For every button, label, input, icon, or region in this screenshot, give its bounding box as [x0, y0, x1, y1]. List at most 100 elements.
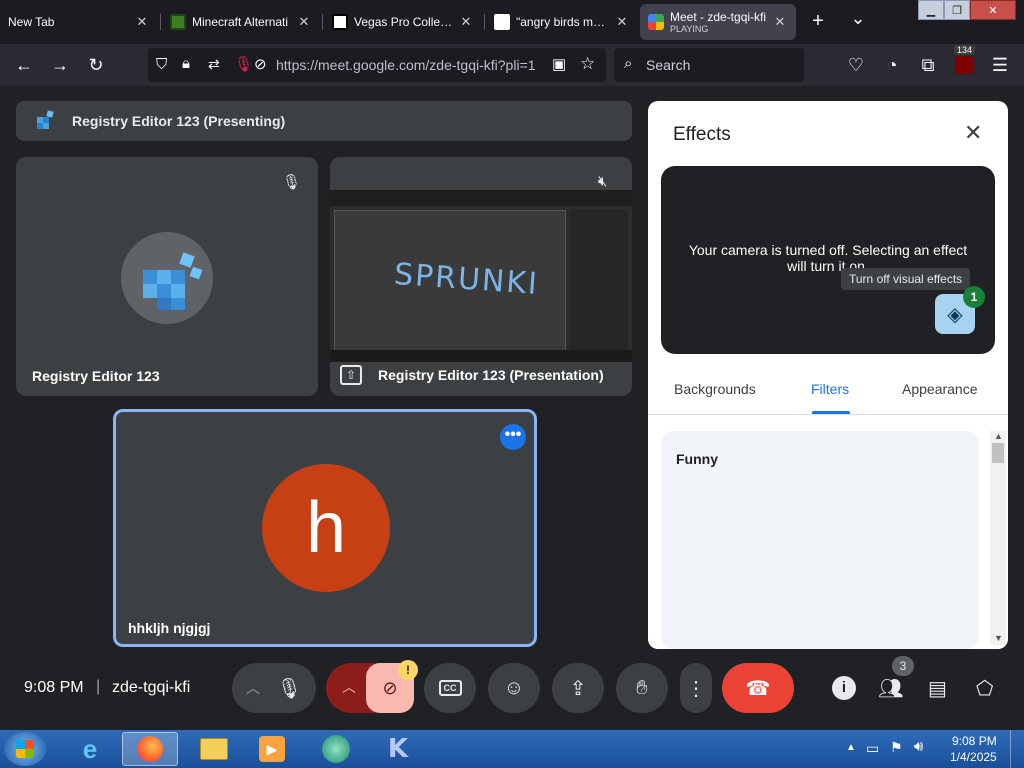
tab-angry-birds[interactable]: "angry birds maker ✕ — [486, 4, 638, 40]
effects-panel: Effects ✕ Your camera is turned off. Sel… — [648, 101, 1008, 649]
reactions-button[interactable]: ☺ — [488, 663, 540, 713]
more-options-icon[interactable]: ••• — [500, 424, 526, 450]
bookmark-star-icon[interactable]: ☆ — [580, 54, 595, 74]
audio-muted-icon: 🔇︎ — [598, 173, 608, 190]
network-icon[interactable]: ▭ — [866, 740, 879, 757]
presentation-tile[interactable]: SPRUNKI 🔇︎ ⇧ Registry Editor 123 (Presen… — [330, 157, 632, 396]
effect-count-badge: 1 — [963, 286, 985, 308]
lock-icon[interactable]: 🔒︎ — [182, 55, 190, 72]
flag-icon[interactable]: ⚑ — [890, 739, 903, 756]
people-icon[interactable]: 👥︎ — [878, 676, 903, 701]
internet-explorer-icon[interactable]: e — [62, 732, 118, 766]
effects-title: Effects — [673, 124, 731, 145]
info-icon[interactable]: i — [832, 676, 856, 700]
mic-muted-icon: 🎙︎ — [282, 174, 302, 191]
show-desktop-button[interactable] — [1010, 730, 1024, 768]
presenting-banner[interactable]: Registry Editor 123 (Presenting) — [16, 101, 632, 141]
close-icon[interactable]: ✕ — [458, 14, 474, 30]
start-button[interactable] — [4, 732, 46, 766]
reader-view-icon[interactable]: ▣ — [552, 55, 566, 73]
close-icon[interactable]: ✕ — [772, 14, 788, 30]
shared-screen: SPRUNKI — [330, 190, 632, 362]
meet-icon — [648, 14, 664, 30]
search-placeholder: Search — [646, 57, 691, 73]
tab-title: New Tab — [8, 15, 55, 29]
divider — [648, 414, 1008, 415]
menu-icon[interactable]: ☰ — [988, 53, 1012, 77]
back-button[interactable]: ← — [12, 53, 36, 77]
reload-button[interactable]: ↻ — [84, 53, 108, 77]
self-tile[interactable]: h ••• hhkljh njgjgj — [113, 409, 537, 647]
pocket-icon[interactable]: ♡ — [844, 53, 868, 77]
more-options-button[interactable]: ⋮ — [680, 663, 712, 713]
ublock-icon[interactable]: 134 — [952, 45, 976, 77]
tab-title: Minecraft Alternati — [192, 15, 289, 29]
firefox-icon[interactable] — [122, 732, 178, 766]
kdenlive-icon[interactable]: K — [370, 732, 426, 766]
tab-minecraft[interactable]: Minecraft Alternati ✕ — [162, 4, 320, 40]
tab-meet[interactable]: Meet - zde-tgqi-kfi PLAYING ✕ — [640, 4, 796, 40]
tab-new-tab[interactable]: New Tab ✕ — [0, 4, 158, 40]
close-icon[interactable]: ✕ — [134, 14, 150, 30]
search-box[interactable]: ⌕ Search — [614, 48, 804, 82]
emoji-icon: ☺ — [503, 676, 525, 699]
close-icon[interactable]: ✕ — [614, 14, 630, 30]
raise-hand-button[interactable]: ✋︎ — [616, 663, 668, 713]
show-hidden-icons[interactable]: ▲ — [846, 742, 856, 753]
app-icon[interactable] — [308, 732, 364, 766]
clock-time[interactable]: 9:08 PM — [952, 734, 997, 748]
maximize-button[interactable]: ❐ — [944, 0, 970, 20]
presentation-name: Registry Editor 123 (Presentation) — [378, 367, 604, 383]
clock-date[interactable]: 1/4/2025 — [950, 750, 997, 764]
registry-icon — [34, 109, 56, 131]
new-tab-button[interactable]: + — [806, 10, 830, 34]
captions-icon: CC — [438, 680, 462, 696]
address-bar[interactable]: ⛉ 🔒︎ ⇄ 🎙︎ ⊘ https://meet.google.com/zde-… — [148, 48, 606, 82]
captions-button[interactable]: CC — [424, 663, 476, 713]
camera-blocked-icon[interactable]: ⊘ — [254, 55, 267, 73]
account-icon[interactable]: ◔ — [880, 53, 904, 77]
leave-call-button[interactable]: ☎︎ — [722, 663, 794, 713]
tab-playing-label: PLAYING — [670, 24, 709, 34]
minimize-button[interactable]: ▁ — [918, 0, 944, 20]
permissions-icon[interactable]: ⇄ — [208, 56, 220, 73]
file-explorer-icon[interactable] — [186, 732, 242, 766]
forward-button[interactable]: → — [48, 53, 72, 77]
section-title: Funny — [676, 451, 718, 467]
columns-icon — [332, 14, 348, 30]
present-button[interactable]: ⇪ — [552, 663, 604, 713]
tab-list-button[interactable]: ⌄ — [846, 8, 870, 32]
microphone-icon[interactable]: 🎙︎ — [234, 55, 253, 73]
close-icon[interactable]: ✕ — [964, 120, 982, 146]
tab-title: Vegas Pro Collectio — [354, 15, 454, 29]
present-screen-icon: ⇪ — [569, 677, 587, 700]
more-vert-icon: ⋮ — [686, 677, 706, 700]
microphone-button[interactable]: 🎙︎ — [277, 676, 302, 701]
tab-backgrounds[interactable]: Backgrounds — [674, 381, 756, 397]
close-window-button[interactable]: ✕ — [970, 0, 1016, 20]
filters-section: Funny — [661, 431, 979, 649]
present-icon: ⇧ — [340, 365, 362, 385]
tab-appearance[interactable]: Appearance — [902, 381, 978, 397]
scrollbar[interactable]: ▲ ▼ — [990, 431, 1006, 645]
url-text[interactable]: https://meet.google.com/zde-tgqi-kfi?pli… — [276, 57, 548, 73]
separator: | — [96, 678, 101, 695]
meeting-code: zde-tgqi-kfi — [112, 679, 191, 696]
avatar — [121, 232, 213, 324]
shield-icon[interactable]: ⛉ — [156, 56, 167, 73]
registry-editor-icon — [143, 252, 203, 310]
extensions-icon[interactable]: ⧉ — [916, 53, 940, 77]
chevron-up-icon[interactable]: ︿ — [246, 678, 260, 698]
participant-tile[interactable]: 🎙︎ Registry Editor 123 — [16, 157, 318, 396]
media-player-icon[interactable]: ▶ — [244, 732, 300, 766]
close-icon[interactable]: ✕ — [296, 14, 312, 30]
tab-vegas-pro[interactable]: Vegas Pro Collectio ✕ — [324, 4, 482, 40]
hang-up-icon: ☎︎ — [745, 677, 771, 700]
chevron-up-icon[interactable]: ︿ — [342, 677, 356, 697]
volume-icon[interactable]: 🔊︎ — [914, 738, 923, 755]
chat-icon[interactable]: ▤ — [928, 676, 947, 701]
tooltip: Turn off visual effects — [841, 268, 971, 290]
tab-filters[interactable]: Filters — [811, 381, 849, 397]
activities-icon[interactable]: ⬠ — [976, 676, 993, 701]
warning-badge: ! — [398, 660, 418, 680]
